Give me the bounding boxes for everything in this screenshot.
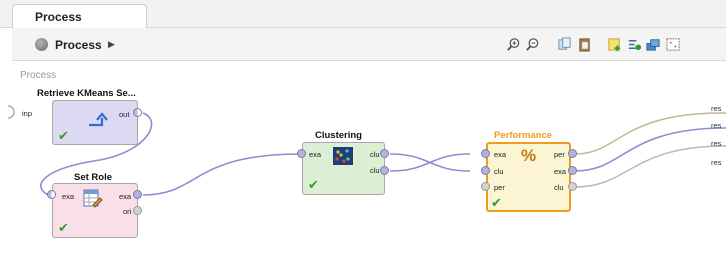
port-label-perf-in-clu: clu [494,167,504,176]
port-label-setrole-in-exa: exa [62,192,75,201]
status-ok-icon: ✔ [58,220,69,235]
port-label-perf-out-clu: clu [554,183,564,192]
port-clustering-in-exa[interactable] [297,149,306,158]
port-clustering-out-clu-1[interactable] [380,149,389,158]
port-setrole-out-exa[interactable] [133,190,142,199]
result-port-label-2: res [711,121,722,130]
status-ok-icon: ✔ [308,177,319,192]
port-label-perf-in-per: per [494,183,505,192]
set-role-icon [83,189,103,208]
port-perf-out-exa[interactable] [568,166,577,175]
port-retrieve-out[interactable] [133,108,142,117]
wire-clustering-performance-b [389,153,471,172]
retrieve-icon [89,112,108,127]
operator-title-retrieve: Retrieve KMeans Se... [37,88,136,99]
port-perf-in-exa[interactable] [481,149,490,158]
wire-perf-clu-res [574,145,726,188]
port-label-setrole-out-exa: exa [119,192,132,201]
process-input-port-label: inp [22,109,33,118]
port-clustering-out-clu-2[interactable] [380,166,389,175]
percent-icon: % [521,146,537,165]
operator-performance[interactable]: exa clu per % per exa clu ✔ [486,142,571,212]
clustering-icon [333,147,353,165]
port-perf-out-clu[interactable] [568,182,577,191]
operator-title-performance: Performance [494,130,553,141]
wire-perf-per-res [574,112,726,155]
port-setrole-out-ori[interactable] [133,206,142,215]
port-setrole-in-exa[interactable] [47,190,56,199]
wire-setrole-clustering [142,153,299,196]
port-label-perf-out-exa: exa [554,167,567,176]
port-label-setrole-out-ori: ori [123,207,132,216]
port-label-perf-out-per: per [554,150,565,159]
result-port-label-1: res [711,104,722,113]
port-label-clustering-in-exa: exa [309,150,322,159]
port-perf-in-per[interactable] [481,182,490,191]
operator-set-role[interactable]: exa exa ori ✔ [52,183,138,238]
port-label-perf-in-exa: exa [494,150,507,159]
operator-clustering[interactable]: exa clu clu ✔ [302,142,385,195]
port-label-clustering-out-clu-1: clu [370,150,380,159]
port-label-retrieve-out: out [119,110,130,119]
status-ok-icon: ✔ [491,195,502,210]
operator-title-set-role: Set Role [74,172,113,183]
port-label-clustering-out-clu-2: clu [370,166,380,175]
port-perf-out-per[interactable] [568,149,577,158]
port-perf-in-clu[interactable] [481,166,490,175]
result-port-label-4: res [711,158,722,167]
operator-retrieve[interactable]: out ✔ [52,100,138,145]
operator-title-clustering: Clustering [315,130,362,141]
status-ok-icon: ✔ [58,128,69,143]
result-port-label-3: res [711,139,722,148]
